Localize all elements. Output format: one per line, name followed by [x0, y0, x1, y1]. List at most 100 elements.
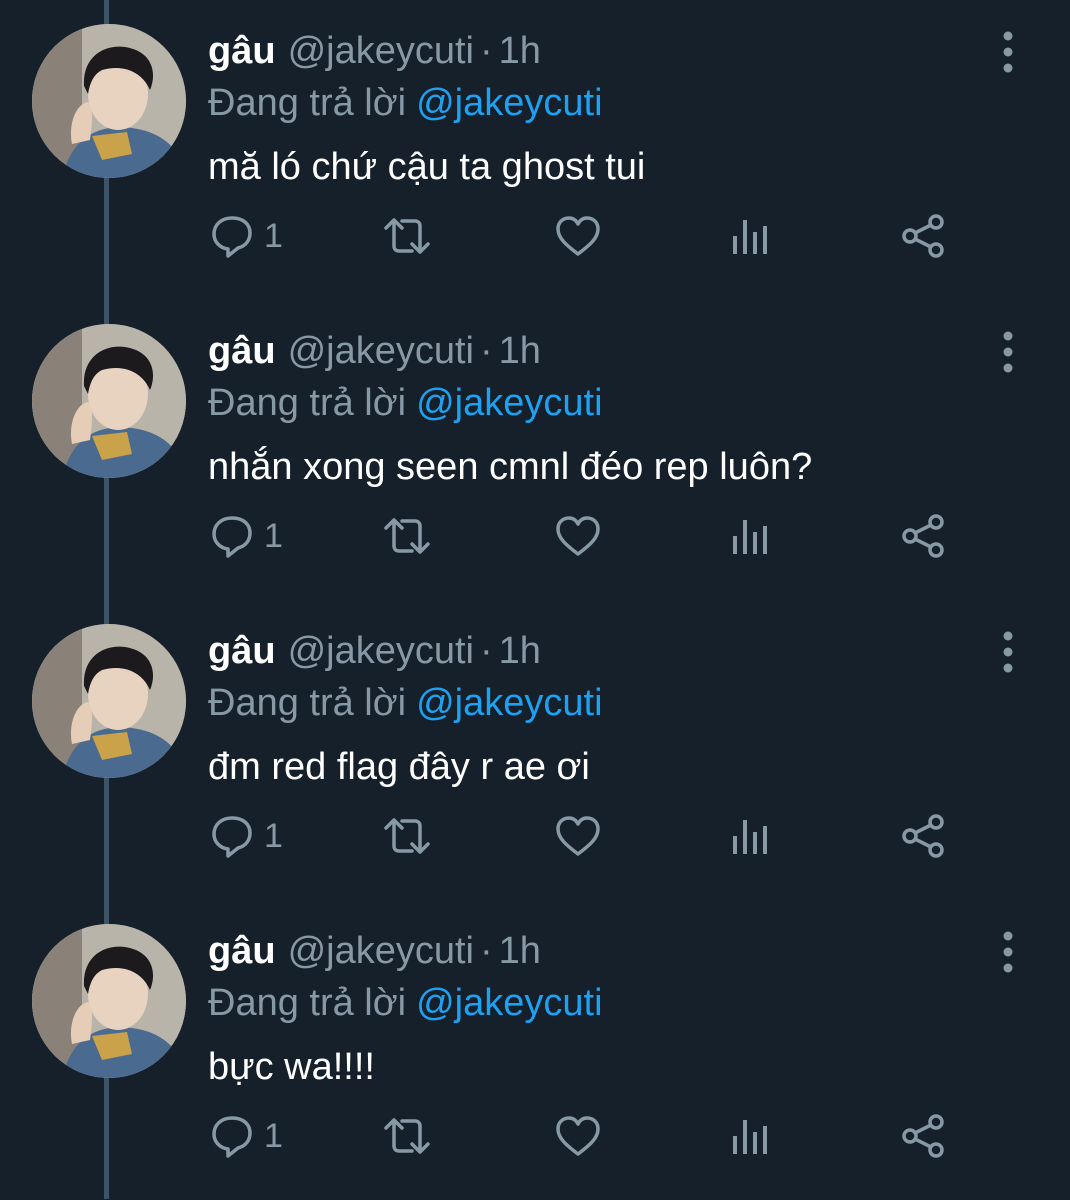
tweet-text: bực wa!!!!: [208, 1046, 375, 1088]
avatar[interactable]: [32, 624, 186, 778]
avatar-photo-icon: [32, 24, 186, 178]
timestamp[interactable]: 1h: [499, 330, 541, 372]
tweet-text: đm red flag đây r ae ơi: [208, 746, 590, 788]
share-button[interactable]: [900, 506, 948, 566]
analytics-button[interactable]: [728, 1106, 772, 1166]
tweet-header: gâu @jakeycuti · 1h: [208, 928, 541, 974]
tweet-text: mă ló chứ cậu ta ghost tui: [208, 146, 646, 188]
analytics-icon: [733, 820, 767, 854]
replying-to-label: Đang trả lời: [208, 682, 407, 724]
share-icon: [902, 1114, 944, 1158]
replying-to-label: Đang trả lời: [208, 82, 407, 124]
tweet-header: gâu @jakeycuti · 1h: [208, 628, 541, 674]
like-button[interactable]: [554, 1106, 602, 1166]
reply-icon: [212, 216, 252, 258]
reply-button[interactable]: 1: [208, 506, 283, 566]
tweet-actions: 1: [208, 506, 968, 566]
separator-dot: ·: [479, 930, 493, 972]
like-icon: [556, 1116, 600, 1156]
tweet-actions: 1: [208, 206, 968, 266]
analytics-icon: [733, 520, 767, 554]
avatar-photo-icon: [32, 924, 186, 1078]
tweet[interactable]: gâu @jakeycuti · 1h Đang trả lời @jakeycuti …: [0, 300, 1070, 600]
replying-to-label: Đang trả lời: [208, 982, 407, 1024]
replying-to-handle[interactable]: @jakeycuti: [416, 982, 602, 1024]
display-name[interactable]: gâu: [208, 930, 276, 972]
replying-to-handle[interactable]: @jakeycuti: [416, 82, 602, 124]
reply-icon: [212, 816, 252, 858]
tweet[interactable]: gâu @jakeycuti · 1h Đang trả lời @jakeycuti …: [0, 0, 1070, 300]
share-icon: [902, 514, 944, 558]
like-icon: [556, 816, 600, 856]
like-icon: [556, 216, 600, 256]
share-icon: [902, 214, 944, 258]
retweet-icon: [384, 218, 430, 254]
timestamp[interactable]: 1h: [499, 630, 541, 672]
user-handle[interactable]: @jakeycuti: [288, 630, 474, 672]
tweet[interactable]: gâu @jakeycuti · 1h Đang trả lời @jakeycuti …: [0, 900, 1070, 1200]
reply-button[interactable]: 1: [208, 206, 283, 266]
avatar[interactable]: [32, 24, 186, 178]
reply-button[interactable]: 1: [208, 806, 283, 866]
reply-count: 1: [264, 1116, 283, 1155]
analytics-button[interactable]: [728, 806, 772, 866]
reply-count: 1: [264, 216, 283, 255]
share-button[interactable]: [900, 1106, 948, 1166]
user-handle[interactable]: @jakeycuti: [288, 30, 474, 72]
separator-dot: ·: [479, 330, 493, 372]
display-name[interactable]: gâu: [208, 330, 276, 372]
reply-icon: [212, 1116, 252, 1158]
retweet-button[interactable]: [380, 806, 434, 866]
retweet-icon: [384, 1118, 430, 1154]
share-icon: [902, 814, 944, 858]
share-button[interactable]: [900, 806, 948, 866]
replying-to: Đang trả lời @jakeycuti: [208, 980, 603, 1026]
replying-to-handle[interactable]: @jakeycuti: [416, 682, 602, 724]
replying-to: Đang trả lời @jakeycuti: [208, 80, 603, 126]
timestamp[interactable]: 1h: [499, 30, 541, 72]
retweet-button[interactable]: [380, 1106, 434, 1166]
more-options-button[interactable]: [990, 628, 1026, 676]
like-button[interactable]: [554, 206, 602, 266]
analytics-button[interactable]: [728, 206, 772, 266]
replying-to: Đang trả lời @jakeycuti: [208, 680, 603, 726]
analytics-icon: [733, 1120, 767, 1154]
like-button[interactable]: [554, 506, 602, 566]
retweet-button[interactable]: [380, 506, 434, 566]
separator-dot: ·: [479, 30, 493, 72]
share-button[interactable]: [900, 206, 948, 266]
avatar-photo-icon: [32, 624, 186, 778]
retweet-icon: [384, 818, 430, 854]
more-options-icon: [1003, 31, 1013, 73]
more-options-icon: [1003, 331, 1013, 373]
more-options-button[interactable]: [990, 28, 1026, 76]
replying-to-handle[interactable]: @jakeycuti: [416, 382, 602, 424]
tweet-text: nhắn xong seen cmnl đéo rep luôn?: [208, 446, 813, 488]
more-options-button[interactable]: [990, 328, 1026, 376]
user-handle[interactable]: @jakeycuti: [288, 930, 474, 972]
avatar-photo-icon: [32, 324, 186, 478]
timestamp[interactable]: 1h: [499, 930, 541, 972]
replying-to: Đang trả lời @jakeycuti: [208, 380, 603, 426]
retweet-button[interactable]: [380, 206, 434, 266]
more-options-button[interactable]: [990, 928, 1026, 976]
user-handle[interactable]: @jakeycuti: [288, 330, 474, 372]
reply-count: 1: [264, 816, 283, 855]
reply-button[interactable]: 1: [208, 1106, 283, 1166]
tweet-header: gâu @jakeycuti · 1h: [208, 28, 541, 74]
more-options-icon: [1003, 631, 1013, 673]
display-name[interactable]: gâu: [208, 30, 276, 72]
retweet-icon: [384, 518, 430, 554]
display-name[interactable]: gâu: [208, 630, 276, 672]
more-options-icon: [1003, 931, 1013, 973]
reply-count: 1: [264, 516, 283, 555]
like-icon: [556, 516, 600, 556]
reply-icon: [212, 516, 252, 558]
tweet-header: gâu @jakeycuti · 1h: [208, 328, 541, 374]
analytics-button[interactable]: [728, 506, 772, 566]
avatar[interactable]: [32, 924, 186, 1078]
tweet[interactable]: gâu @jakeycuti · 1h Đang trả lời @jakeycuti …: [0, 600, 1070, 900]
tweet-actions: 1: [208, 806, 968, 866]
like-button[interactable]: [554, 806, 602, 866]
avatar[interactable]: [32, 324, 186, 478]
